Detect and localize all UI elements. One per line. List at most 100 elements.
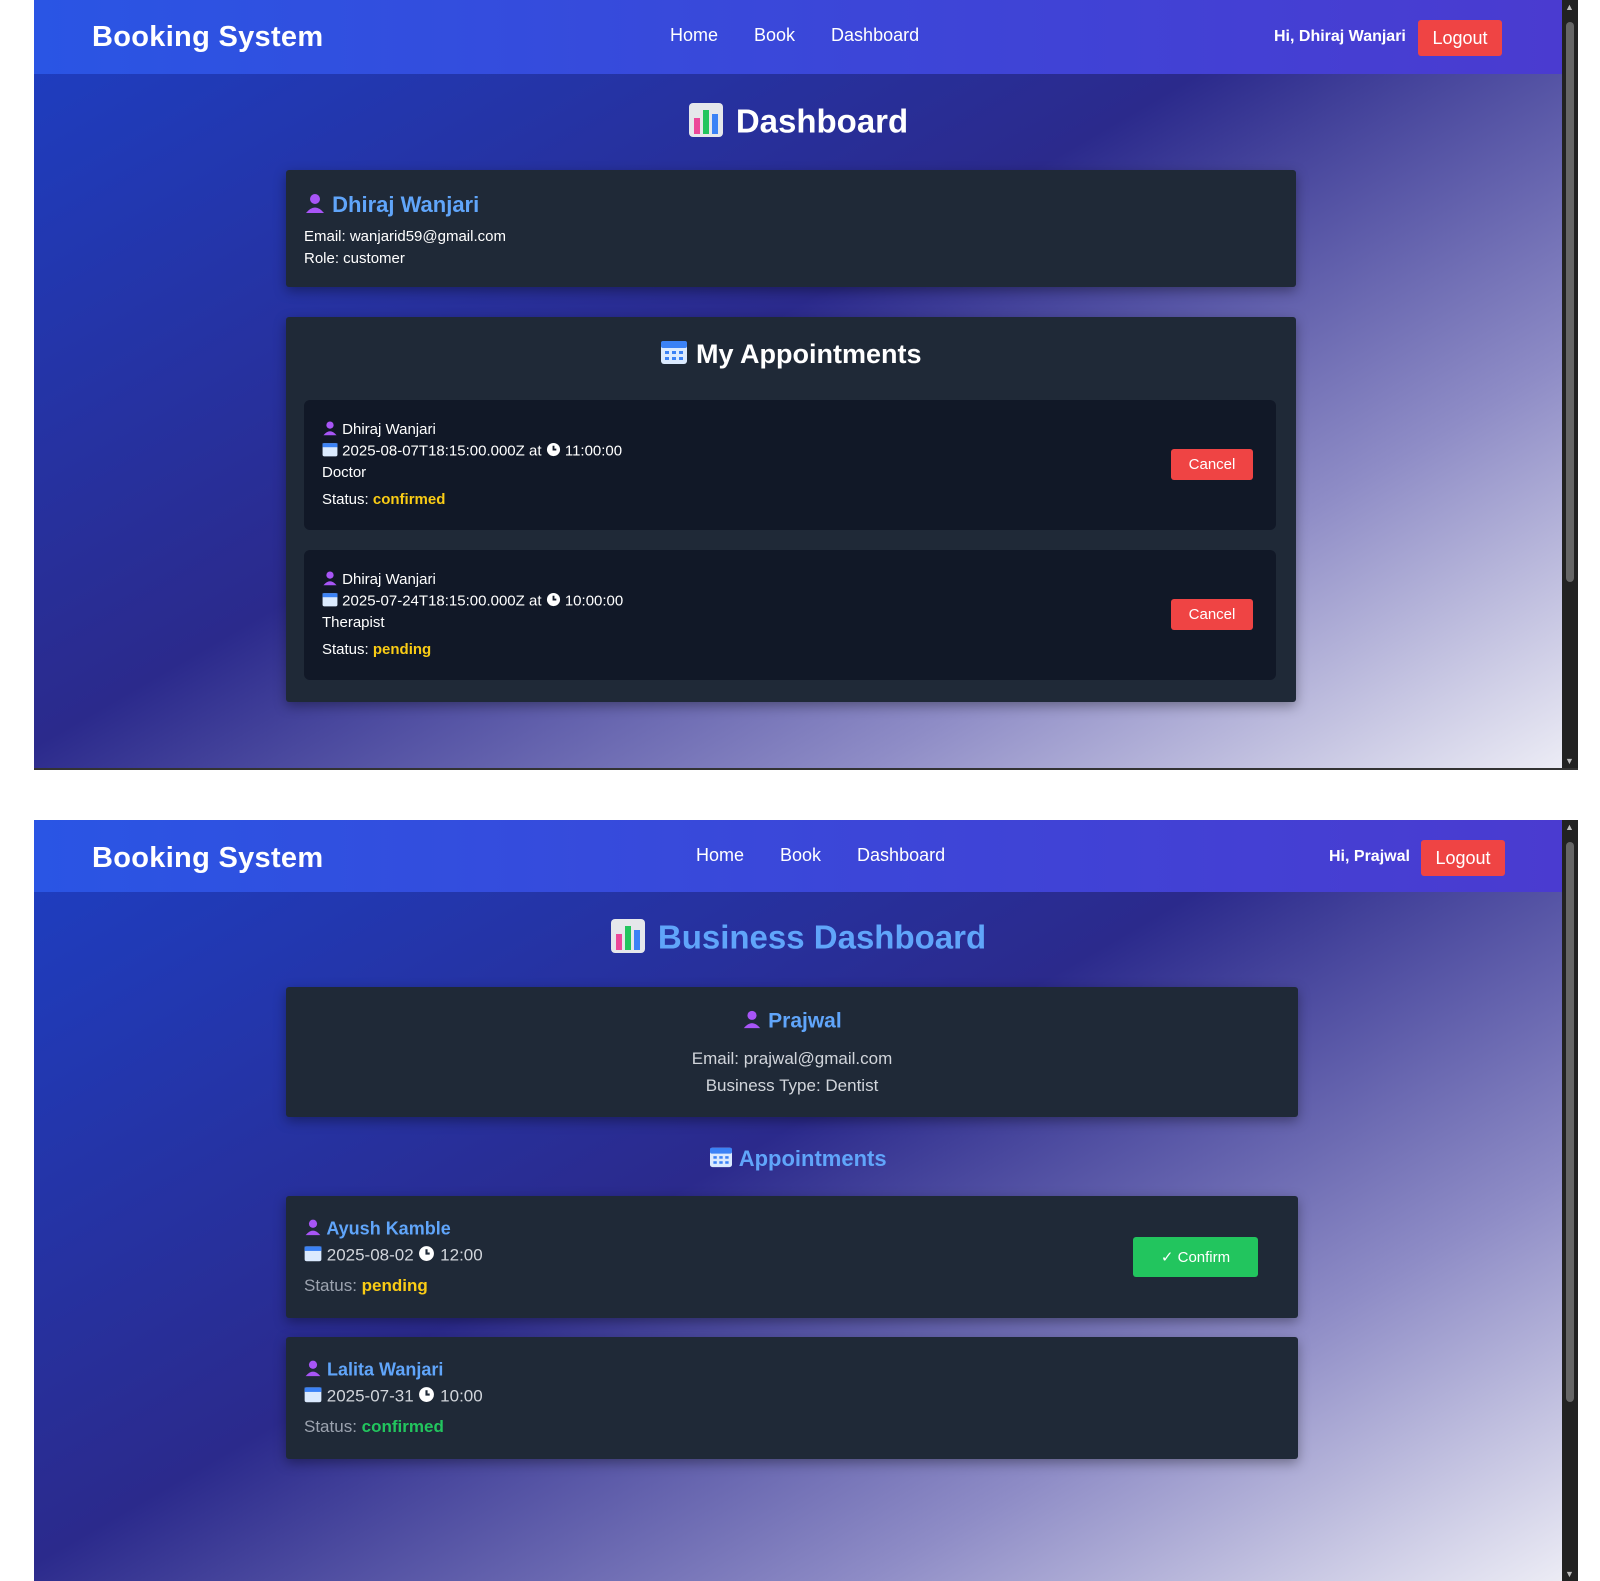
appointments-card: My Appointments Dhiraj Wanjari 2025-08-0… [286,317,1296,702]
calendar-icon [660,339,688,372]
appointment-time: 12:00 [440,1245,483,1265]
appointment-date: 2025-07-31 [326,1386,414,1406]
appointment-name: Lalita Wanjari [304,1359,443,1382]
appointment-name: Dhiraj Wanjari [322,570,436,590]
page-title: Dashboard [34,102,1562,146]
page-title-text: Dashboard [735,102,909,140]
status-label: Status: [322,491,369,508]
scrollbar[interactable]: ▲ ▼ [1562,820,1578,1581]
appointment-date: 2025-08-07T18:15:00.000Z at [342,442,542,460]
user-icon [304,192,326,220]
bar-chart-icon [610,918,646,962]
appointment-item: Dhiraj Wanjari 2025-08-07T18:15:00.000Z … [304,400,1276,530]
appointments-heading-text: Appointments [738,1146,887,1171]
page-title-text: Business Dashboard [657,918,987,956]
profile-business-type: Business Type: Dentist [705,1076,879,1095]
nav-link-dashboard[interactable]: Dashboard [857,845,945,866]
appointment-time: 10:00:00 [564,592,624,610]
profile-card: Prajwal Email: prajwal@gmail.com Busines… [286,987,1298,1117]
status-label: Status: [304,1417,357,1436]
appointment-time: 11:00:00 [564,442,623,460]
profile-name-text: Dhiraj Wanjari [332,192,480,217]
appointment-datetime: 2025-07-24T18:15:00.000Z at 10:00:00 [322,592,623,611]
profile-name-text: Prajwal [768,1009,842,1033]
calendar-icon [304,1386,322,1408]
appointment-service: Therapist [322,614,385,631]
user-icon [304,1359,322,1382]
appointment-status: Status: pending [322,641,431,658]
scrollbar-thumb[interactable] [1566,842,1574,1402]
appointment-status: Status: confirmed [322,491,445,508]
clock-icon [546,442,561,461]
nav-link-dashboard[interactable]: Dashboard [831,25,919,46]
user-icon [322,420,338,440]
logout-button[interactable]: Logout [1418,20,1502,56]
appointment-datetime: 2025-08-02 12:00 [304,1245,483,1267]
brand-logo[interactable]: Booking System [92,842,323,875]
appointment-datetime: 2025-07-31 10:00 [304,1386,483,1408]
scroll-up-icon[interactable]: ▲ [1565,822,1574,832]
clock-icon [546,592,561,611]
bar-chart-icon [688,102,724,146]
appointment-name-text: Dhiraj Wanjari [342,570,436,588]
appointments-heading-text: My Appointments [696,339,922,369]
scrollbar-thumb[interactable] [1566,22,1574,582]
appointment-name-text: Ayush Kamble [326,1218,451,1239]
appointment-name-text: Lalita Wanjari [327,1359,444,1380]
appointment-status: Status: confirmed [304,1417,444,1437]
appointment-date: 2025-08-02 [326,1245,414,1265]
status-value: pending [372,641,432,658]
profile-card: Dhiraj Wanjari Email: wanjarid59@gmail.c… [286,170,1296,287]
status-label: Status: [304,1276,357,1295]
calendar-icon [709,1146,733,1174]
scrollbar[interactable]: ▲ ▼ [1562,0,1578,768]
nav-links: Home Book Dashboard [696,845,945,866]
confirm-button[interactable]: ✓ Confirm [1133,1237,1258,1277]
calendar-icon [322,592,338,611]
nav-link-home[interactable]: Home [696,845,744,866]
nav-link-book[interactable]: Book [780,845,821,866]
appointment-item: Lalita Wanjari 2025-07-31 10:00 Status: … [286,1337,1298,1459]
customer-dashboard-screenshot: Booking System Home Book Dashboard Hi, D… [34,0,1578,770]
scroll-down-icon[interactable]: ▼ [1565,1569,1574,1579]
user-icon [304,1218,322,1241]
logout-button[interactable]: Logout [1421,840,1505,876]
appointment-name-text: Dhiraj Wanjari [342,420,436,438]
status-label: Status: [322,641,369,658]
clock-icon [418,1245,435,1267]
clock-icon [418,1386,435,1408]
page-title: Business Dashboard [34,918,1562,962]
calendar-icon [322,442,338,461]
appointment-status: Status: pending [304,1276,428,1296]
appointment-name: Ayush Kamble [304,1218,451,1241]
brand-logo[interactable]: Booking System [92,21,323,54]
nav-link-home[interactable]: Home [670,25,718,46]
appointment-time: 10:00 [440,1386,483,1406]
cancel-button[interactable]: Cancel [1171,599,1253,630]
appointment-service: Doctor [322,464,367,481]
nav-links: Home Book Dashboard [670,25,919,46]
appointments-heading: Appointments [34,1146,1562,1174]
user-icon [322,570,338,590]
scroll-down-icon[interactable]: ▼ [1565,756,1574,766]
profile-name: Dhiraj Wanjari [304,192,479,220]
nav-link-book[interactable]: Book [754,25,795,46]
status-value: pending [361,1276,428,1295]
user-greeting: Hi, Dhiraj Wanjari [1274,28,1406,45]
business-dashboard-screenshot: Booking System Home Book Dashboard Hi, P… [34,820,1578,1581]
user-icon [742,1009,762,1035]
status-value: confirmed [361,1417,444,1436]
appointment-datetime: 2025-08-07T18:15:00.000Z at 11:00:00 [322,442,622,461]
navbar: Booking System Home Book Dashboard Hi, P… [34,820,1562,892]
status-value: confirmed [372,491,446,508]
appointment-name: Dhiraj Wanjari [322,420,436,440]
appointments-heading: My Appointments [286,339,1296,372]
cancel-button[interactable]: Cancel [1171,449,1253,480]
profile-email: Email: wanjarid59@gmail.com [304,228,506,245]
profile-email: Email: prajwal@gmail.com [691,1049,893,1068]
calendar-icon [304,1245,322,1267]
appointment-item: Dhiraj Wanjari 2025-07-24T18:15:00.000Z … [304,550,1276,680]
navbar: Booking System Home Book Dashboard Hi, D… [34,0,1562,74]
profile-role: Role: customer [304,250,405,267]
scroll-up-icon[interactable]: ▲ [1565,2,1574,12]
